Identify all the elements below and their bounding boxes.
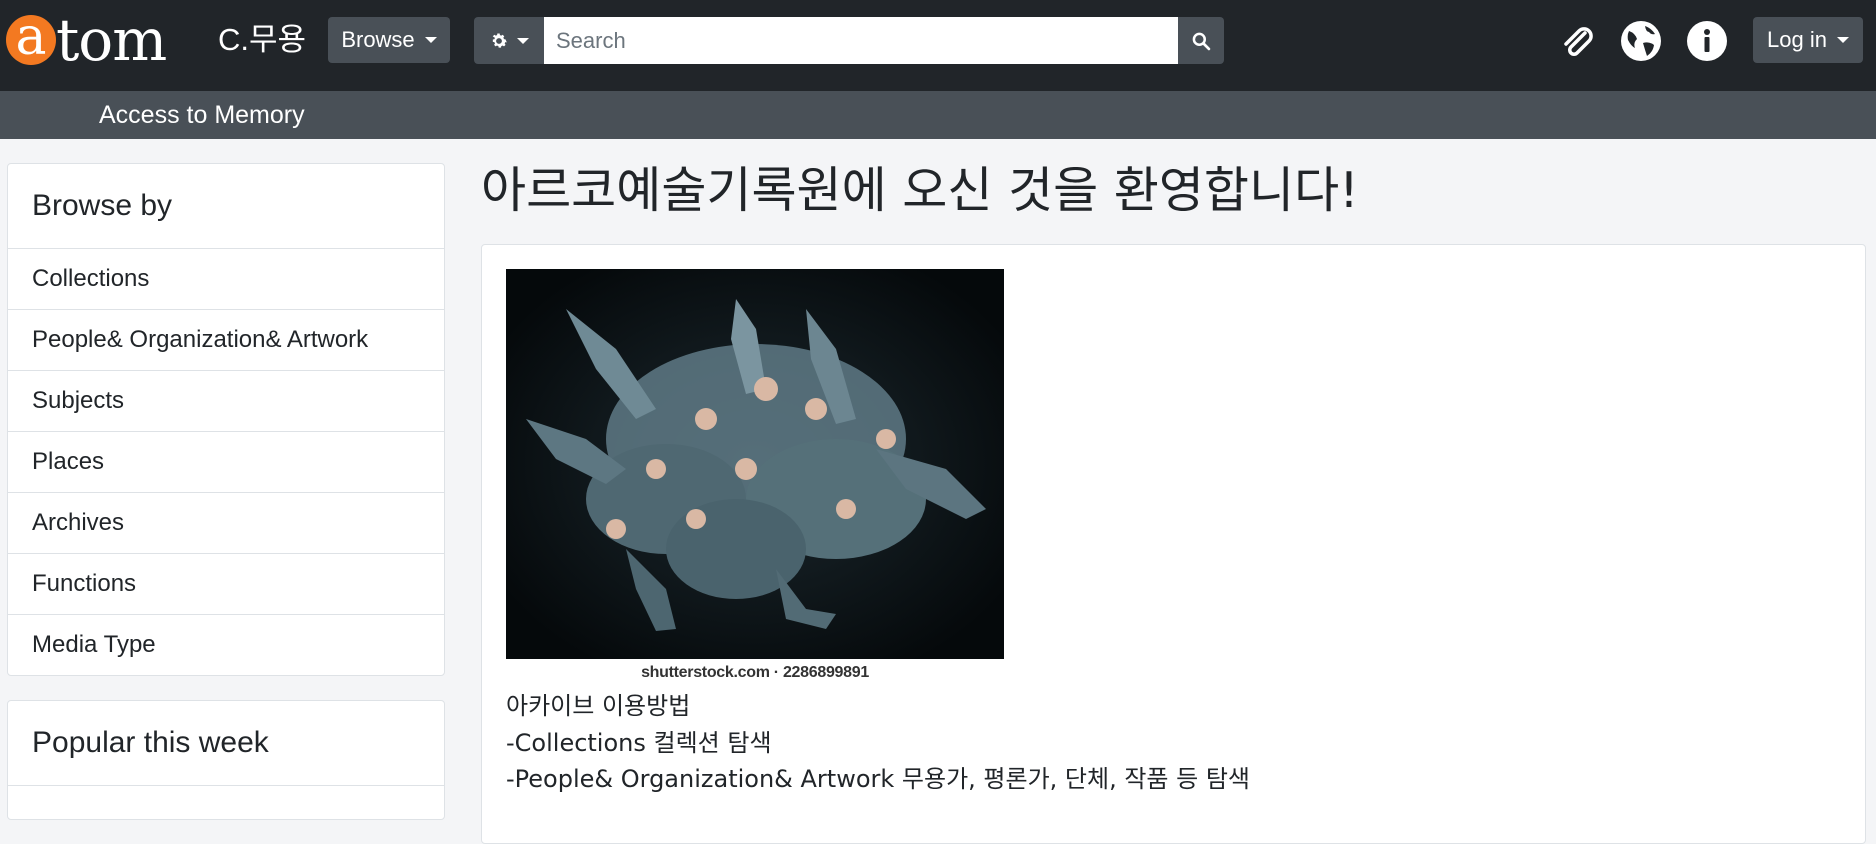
sidebar-item-media-type[interactable]: Media Type [8, 615, 444, 676]
info-icon [1687, 21, 1727, 61]
site-subtitle-bar: Access to Memory [0, 91, 1876, 139]
clipboard-button[interactable] [1554, 18, 1600, 64]
paperclip-icon [1564, 27, 1593, 56]
usage-line-people: -People& Organization& Artwork 무용가, 평론가,… [506, 765, 1250, 793]
chevron-down-icon [517, 37, 529, 44]
sidebar-item-collections[interactable]: Collections [8, 249, 444, 310]
usage-heading: 아카이브 이용방법 [506, 692, 691, 720]
language-button[interactable] [1618, 18, 1664, 64]
top-navbar: a tom C.무용 Browse Search Log in [0, 0, 1876, 91]
search-options-button[interactable] [474, 17, 544, 64]
chevron-down-icon [424, 37, 437, 43]
globe-icon [1621, 21, 1661, 61]
page-title: 아르코예술기록원에 오신 것을 환영합니다! [481, 162, 1359, 219]
image-caption: shutterstock.com · 2286899891 [506, 659, 1004, 686]
browse-menu-button[interactable]: Browse [328, 17, 450, 63]
atom-logo[interactable]: a tom [6, 6, 167, 74]
usage-line-collections: -Collections 컬렉션 탐색 [506, 729, 772, 757]
popular-this-week-card: Popular this week [7, 700, 445, 820]
chevron-down-icon [1836, 37, 1849, 43]
browse-by-card: Browse by Collections People& Organizati… [7, 163, 445, 676]
sidebar-item-subjects[interactable]: Subjects [8, 371, 444, 432]
logo-a: a [6, 11, 56, 65]
browse-label: Browse [341, 27, 415, 52]
sidebar-item-places[interactable]: Places [8, 432, 444, 493]
gear-icon [492, 33, 507, 48]
dancers-photo [506, 269, 1004, 659]
search-icon [1192, 32, 1211, 50]
site-subtitle[interactable]: Access to Memory [99, 99, 305, 131]
search-input[interactable] [544, 17, 1178, 64]
popular-title: Popular this week [8, 701, 444, 786]
site-name[interactable]: C.무용 [218, 20, 306, 60]
about-button[interactable] [1684, 18, 1730, 64]
sidebar-item-functions[interactable]: Functions [8, 554, 444, 615]
search-submit-button[interactable] [1178, 17, 1224, 64]
sidebar-item-people-organization-artwork[interactable]: People& Organization& Artwork [8, 310, 444, 371]
logo-tom: tom [56, 6, 167, 74]
sidebar-item-archives[interactable]: Archives [8, 493, 444, 554]
dancers-illustration [506, 269, 1004, 659]
login-button[interactable]: Log in [1753, 17, 1863, 63]
login-label: Log in [1767, 27, 1827, 52]
browse-by-title: Browse by [8, 164, 444, 249]
